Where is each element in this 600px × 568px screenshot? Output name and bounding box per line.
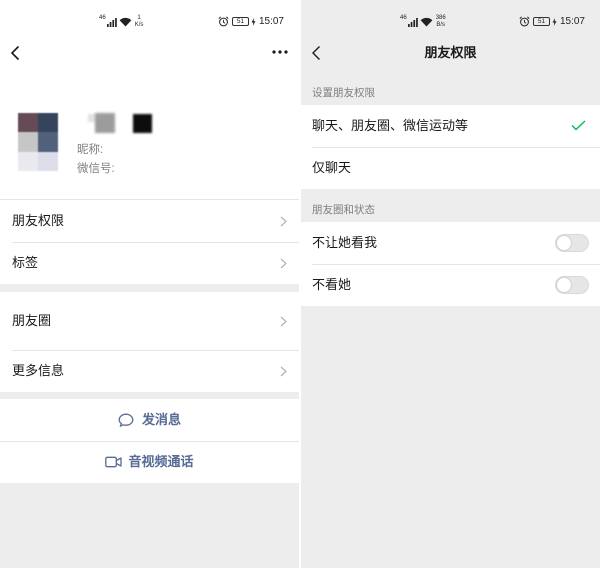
bolt-icon (552, 17, 557, 26)
option-label: 聊天、朋友圈、微信运动等 (312, 118, 469, 133)
page-title: 朋友权限 (424, 45, 477, 60)
chat-bubble-icon (118, 413, 134, 427)
hide-her-moments-switch[interactable] (555, 276, 589, 294)
send-message-button[interactable]: 发消息 (0, 399, 299, 441)
device-status: 51 15:07 (519, 16, 585, 27)
nickname-label: 昵称: (77, 144, 104, 156)
menu-item-label: 朋友圈 (12, 313, 52, 328)
switch-knob (557, 278, 571, 292)
video-call-button[interactable]: 音视频通话 (0, 441, 299, 483)
clock-time: 15:07 (258, 16, 284, 27)
video-call-label: 音视频通话 (128, 454, 194, 469)
status-bar: 46 386 B/s 51 15:07 (301, 0, 600, 42)
bolt-icon (251, 17, 256, 26)
contact-profile-screen: 46 1 K/s 51 15:07 昵称: 微信号: 朋友权限 标签 朋友圈 更… (0, 0, 299, 568)
menu-item-moments[interactable]: 朋友圈 (0, 292, 299, 350)
alarm-icon (218, 16, 229, 27)
toggle-row-hide-her-moments: 不看她 (301, 264, 600, 306)
network-type: 46 (400, 15, 407, 21)
switch-knob (557, 236, 571, 250)
menu-item-more-info[interactable]: 更多信息 (0, 350, 299, 392)
menu-item-label: 更多信息 (12, 363, 65, 378)
section-label-permissions: 设置朋友权限 (312, 87, 375, 99)
option-label: 仅聊天 (312, 160, 352, 175)
avatar[interactable] (18, 113, 58, 171)
chevron-right-icon (280, 366, 287, 376)
wechat-id-label: 微信号: (77, 163, 115, 175)
back-button[interactable] (8, 44, 22, 62)
action-group: 发消息 音视频通话 (0, 399, 299, 483)
chevron-right-icon (280, 316, 287, 326)
network-speed: 1 K/s (135, 15, 144, 28)
menu-item-tags[interactable]: 标签 (0, 242, 299, 284)
battery-icon: 51 (532, 17, 550, 26)
network-status: 46 1 K/s (99, 15, 143, 28)
network-status: 46 386 B/s (400, 15, 446, 28)
status-bar: 46 1 K/s 51 15:07 (0, 0, 299, 42)
more-dots-icon (272, 50, 288, 54)
network-speed-unit: K/s (134, 21, 144, 28)
permission-options: 聊天、朋友圈、微信运动等 仅聊天 (301, 105, 600, 189)
alarm-icon (519, 16, 530, 27)
signal-icon (106, 18, 117, 27)
clock-time: 15:07 (559, 16, 585, 27)
menu-group: 朋友权限 标签 (0, 200, 299, 284)
send-message-label: 发消息 (141, 412, 181, 427)
signal-icon (407, 18, 418, 27)
wifi-icon (119, 17, 132, 27)
network-type: 46 (99, 15, 106, 21)
friend-permissions-screen: 46 386 B/s 51 15:07 朋友权限 设置朋友权限 聊天、朋友圈、微… (301, 0, 600, 568)
menu-item-label: 朋友权限 (12, 213, 65, 228)
moments-options: 不让她看我 不看她 (301, 222, 600, 306)
device-status: 51 15:07 (218, 16, 284, 27)
video-camera-icon (105, 456, 123, 468)
menu-item-friend-permissions[interactable]: 朋友权限 (0, 200, 299, 242)
chevron-right-icon (280, 216, 287, 226)
toggle-label: 不看她 (312, 277, 352, 292)
more-button[interactable] (271, 46, 289, 58)
chevron-left-icon (10, 45, 20, 61)
check-icon (571, 120, 586, 131)
wifi-icon (420, 17, 433, 27)
contact-name-blurred (88, 112, 154, 134)
toggle-row-hide-my-moments: 不让她看我 (301, 222, 600, 264)
network-speed: 386 B/s (436, 15, 446, 28)
menu-group: 朋友圈 更多信息 (0, 292, 299, 392)
battery-icon: 51 (231, 17, 249, 26)
contact-menu: 朋友权限 标签 朋友圈 更多信息 发消息 音视频通话 (0, 200, 299, 483)
network-speed-unit: B/s (436, 21, 446, 28)
option-chat-moments-werun[interactable]: 聊天、朋友圈、微信运动等 (301, 105, 600, 147)
chevron-right-icon (280, 258, 287, 268)
menu-item-label: 标签 (12, 255, 39, 270)
toggle-label: 不让她看我 (312, 235, 378, 250)
option-chat-only[interactable]: 仅聊天 (301, 147, 600, 189)
hide-my-moments-switch[interactable] (555, 234, 589, 252)
section-label-moments: 朋友圈和状态 (312, 204, 375, 216)
